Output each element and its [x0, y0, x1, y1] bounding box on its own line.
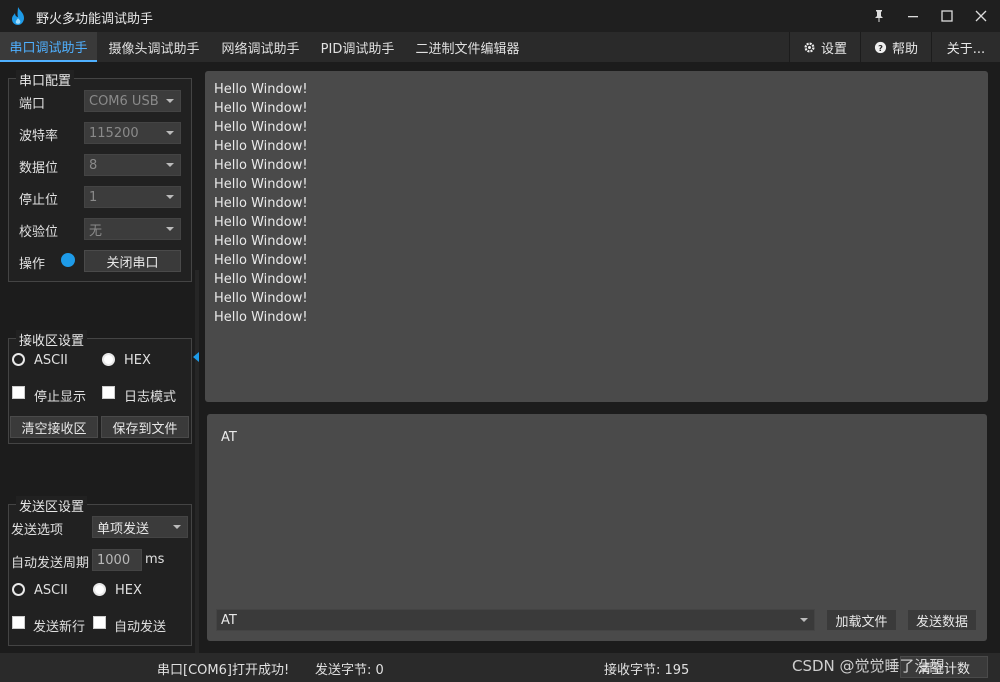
- auto-period-label: 自动发送周期: [11, 556, 90, 571]
- parity-select[interactable]: 无: [84, 218, 181, 240]
- send-data-button[interactable]: 发送数据: [907, 609, 977, 631]
- tab-pid-debug[interactable]: PID调试助手: [310, 32, 405, 62]
- send-option-value: 单项发送: [97, 521, 150, 537]
- stop-display-checkbox[interactable]: [12, 386, 25, 399]
- receive-line: Hello Window!: [214, 101, 308, 116]
- chevron-down-icon: [166, 227, 174, 231]
- baud-label: 波特率: [19, 129, 59, 144]
- help-button[interactable]: ? 帮助: [860, 32, 931, 62]
- send-hex-radio[interactable]: [93, 583, 106, 596]
- stopbits-label: 停止位: [19, 193, 59, 208]
- settings-label: 设置: [820, 41, 847, 57]
- port-select[interactable]: COM6 USB: [84, 90, 181, 112]
- tab-camera-debug[interactable]: 摄像头调试助手: [97, 32, 211, 62]
- app-logo-icon: [12, 7, 24, 25]
- chevron-down-icon: [166, 131, 174, 135]
- port-value: COM6 USB: [89, 93, 159, 109]
- receive-lines: Hello Window! Hello Window! Hello Window! H…: [214, 80, 979, 327]
- receive-line: Hello Window!: [214, 139, 308, 154]
- parity-label: 校验位: [19, 225, 59, 240]
- status-message: 串口[COM6]打开成功!: [157, 663, 290, 678]
- sidebar-scrollbar[interactable]: [195, 270, 199, 653]
- load-file-button[interactable]: 加载文件: [826, 609, 897, 631]
- databits-value: 8: [89, 157, 98, 173]
- help-label: 帮助: [891, 41, 918, 57]
- pin-icon[interactable]: [862, 0, 896, 32]
- send-text-input[interactable]: AT: [221, 430, 237, 445]
- recv-hex-label: HEX: [124, 353, 151, 368]
- receive-line: Hello Window!: [214, 272, 308, 287]
- maximize-icon[interactable]: [930, 0, 964, 32]
- receive-line: Hello Window!: [214, 215, 308, 230]
- receive-line: Hello Window!: [214, 158, 308, 173]
- window-title: 野火多功能调试助手: [36, 12, 154, 27]
- tab-binary-editor[interactable]: 二进制文件编辑器: [405, 32, 530, 62]
- sent-bytes-counter: 发送字节: 0: [315, 663, 384, 678]
- save-to-file-button[interactable]: 保存到文件: [101, 416, 189, 438]
- send-history-value: AT: [221, 612, 237, 628]
- recv-ascii-radio[interactable]: [12, 353, 25, 366]
- auto-period-input[interactable]: 1000: [92, 549, 142, 571]
- receive-line: Hello Window!: [214, 120, 308, 135]
- help-icon: ?: [874, 41, 887, 53]
- stopbits-value: 1: [89, 189, 98, 205]
- chevron-down-icon: [166, 195, 174, 199]
- receive-text-area[interactable]: Hello Window! Hello Window! Hello Window! H…: [205, 71, 988, 402]
- send-newline-checkbox[interactable]: [12, 616, 25, 629]
- settings-button[interactable]: 设置: [789, 32, 860, 62]
- receive-line: Hello Window!: [214, 234, 308, 249]
- stopbits-select[interactable]: 1: [84, 186, 181, 208]
- chevron-down-icon: [800, 618, 808, 622]
- tab-network-debug[interactable]: 网络调试助手: [211, 32, 310, 62]
- auto-send-label: 自动发送: [114, 620, 167, 635]
- splitter-handle-icon[interactable]: [193, 352, 199, 362]
- port-label: 端口: [19, 97, 46, 112]
- watermark: CSDN @觉觉睡了没醒: [792, 657, 945, 675]
- minimize-icon[interactable]: [896, 0, 930, 32]
- tab-serial-debug[interactable]: 串口调试助手: [0, 32, 97, 62]
- send-option-label: 发送选项: [11, 523, 64, 538]
- auto-period-unit: ms: [145, 552, 165, 567]
- chevron-down-icon: [166, 163, 174, 167]
- chevron-down-icon: [173, 525, 181, 529]
- parity-value: 无: [89, 223, 103, 239]
- close-port-button[interactable]: 关闭串口: [84, 250, 181, 272]
- receive-settings-title: 接收区设置: [16, 330, 88, 349]
- databits-label: 数据位: [19, 161, 59, 176]
- recv-ascii-label: ASCII: [34, 353, 68, 368]
- chevron-down-icon: [166, 99, 174, 103]
- received-bytes-counter: 接收字节: 195: [604, 663, 690, 678]
- receive-line: Hello Window!: [214, 82, 308, 97]
- send-option-select[interactable]: 单项发送: [92, 516, 188, 538]
- log-mode-checkbox[interactable]: [102, 386, 115, 399]
- send-hex-label: HEX: [115, 583, 142, 598]
- receive-line: Hello Window!: [214, 196, 308, 211]
- receive-line: Hello Window!: [214, 310, 308, 325]
- gear-icon: [804, 41, 815, 53]
- receive-line: Hello Window!: [214, 177, 308, 192]
- databits-select[interactable]: 8: [84, 154, 181, 176]
- port-status-indicator: [61, 253, 75, 267]
- about-button[interactable]: 关于...: [931, 32, 1000, 62]
- close-icon[interactable]: [964, 0, 998, 32]
- send-history-select[interactable]: AT: [216, 609, 815, 631]
- send-ascii-radio[interactable]: [12, 583, 25, 596]
- log-mode-label: 日志模式: [124, 390, 177, 405]
- send-ascii-label: ASCII: [34, 583, 68, 598]
- clear-receive-button[interactable]: 清空接收区: [10, 416, 98, 438]
- recv-hex-radio[interactable]: [102, 353, 115, 366]
- stop-display-label: 停止显示: [34, 390, 87, 405]
- receive-line: Hello Window!: [214, 253, 308, 268]
- baud-select[interactable]: 115200: [84, 122, 181, 144]
- send-settings-title: 发送区设置: [16, 496, 88, 515]
- baud-value: 115200: [89, 125, 139, 141]
- operation-label: 操作: [19, 257, 46, 272]
- serial-config-title: 串口配置: [16, 70, 75, 89]
- svg-text:?: ?: [878, 42, 883, 52]
- send-area-panel: [207, 414, 987, 641]
- auto-send-checkbox[interactable]: [93, 616, 106, 629]
- send-newline-label: 发送新行: [33, 620, 86, 635]
- receive-line: Hello Window!: [214, 291, 308, 306]
